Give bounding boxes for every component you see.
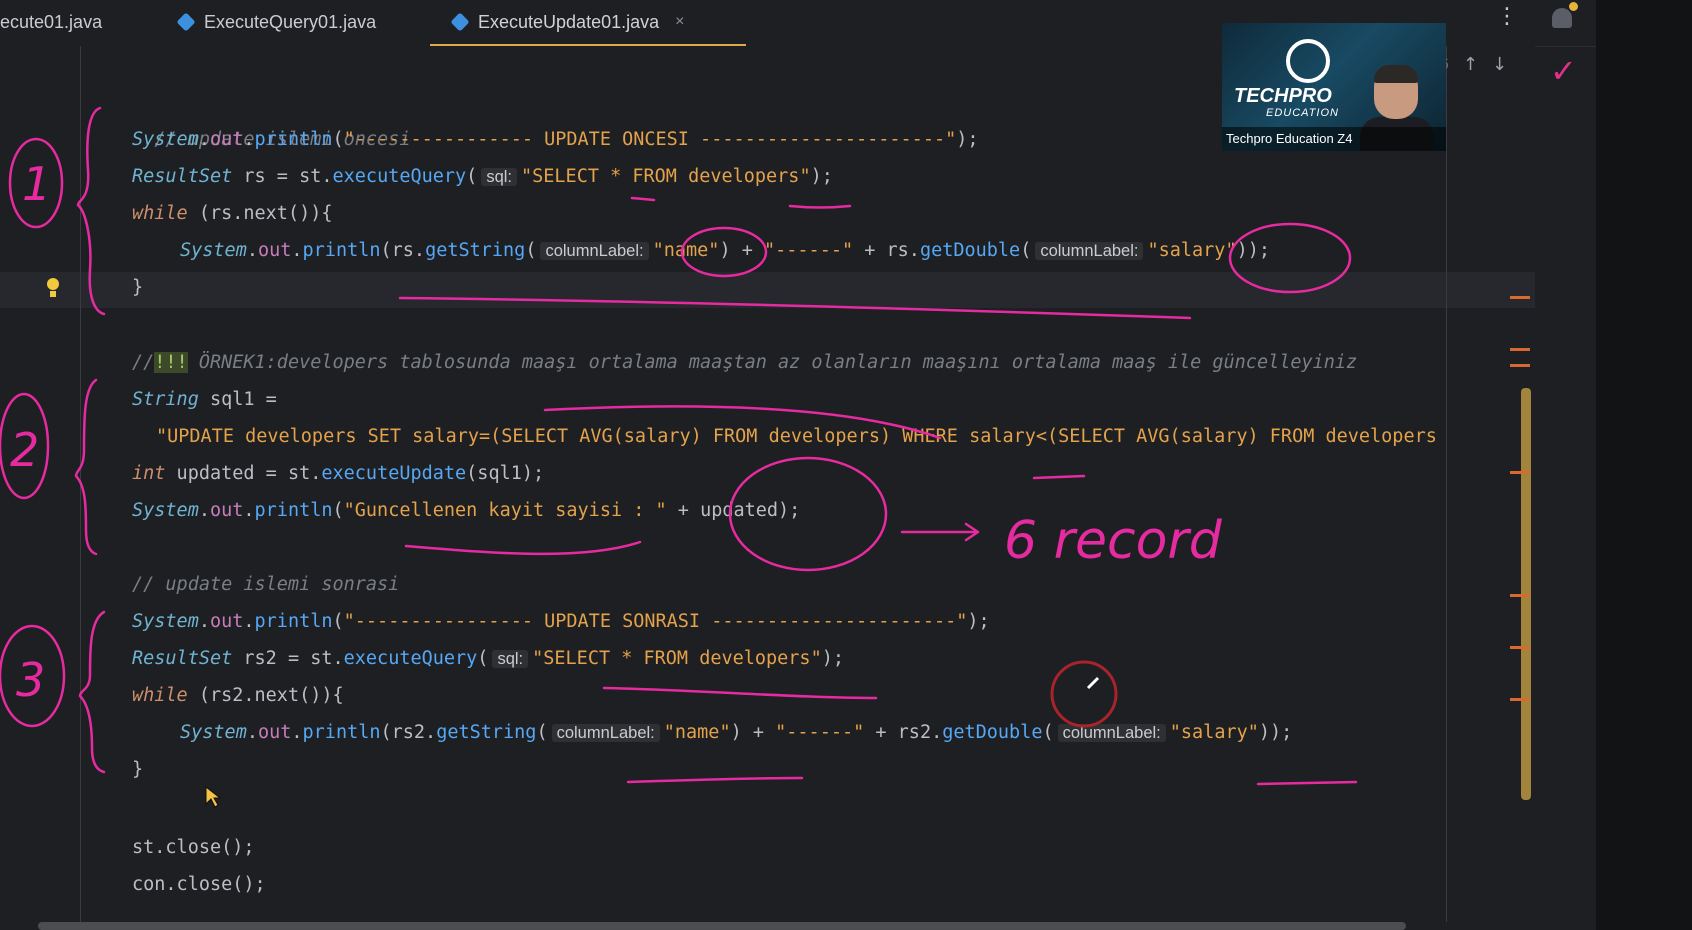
code-line: } bbox=[132, 759, 144, 780]
video-brand: TECHPRO bbox=[1234, 85, 1332, 107]
tab-execute01[interactable]: ecute01.java bbox=[0, 0, 102, 44]
code-line: System.out.println(rs2.getString(columnL… bbox=[180, 722, 1293, 743]
error-marker bbox=[1510, 646, 1530, 649]
parameter-hint: sql: bbox=[492, 650, 529, 668]
right-margin-guide bbox=[1446, 46, 1447, 922]
code-line: ResultSet rs2 = st.executeQuery(sql: "SEL… bbox=[132, 648, 844, 669]
code-line: System.out.println("---------------- UPD… bbox=[132, 611, 990, 632]
java-file-icon bbox=[176, 12, 196, 32]
lightbulb-icon[interactable] bbox=[42, 276, 64, 304]
code-line: System.out.println("---------------- UPD… bbox=[132, 129, 979, 150]
video-brand-sub: EDUCATION bbox=[1266, 107, 1339, 119]
code-line: "UPDATE developers SET salary=(SELECT AV… bbox=[156, 426, 1437, 447]
more-options-icon[interactable]: ⋮ bbox=[1496, 4, 1518, 29]
code-line: ResultSet rs = st.executeQuery(sql: "SELE… bbox=[132, 166, 833, 187]
error-marker bbox=[1510, 698, 1530, 701]
parameter-hint: columnLabel: bbox=[1035, 242, 1144, 260]
code-line: // update islemi oncesi bbox=[154, 129, 411, 150]
parameter-hint: columnLabel: bbox=[1057, 724, 1166, 742]
tab-label: ExecuteUpdate01.java bbox=[478, 11, 660, 32]
occurrence-navigator: 6 ↑ ↓ bbox=[1440, 54, 1507, 75]
code-line: while (rs2.next()){ bbox=[132, 685, 344, 706]
check-mark-icon: ✓ bbox=[1550, 52, 1577, 90]
arrow-up-icon[interactable]: ↑ bbox=[1463, 54, 1478, 75]
code-line: con.close(); bbox=[132, 874, 266, 895]
video-caption: Techpro Education Z4 bbox=[1222, 127, 1446, 151]
code-line: System.out.println(rs.getString(columnLa… bbox=[180, 240, 1271, 261]
tab-executeupdate01[interactable]: ExecuteUpdate01.java × bbox=[430, 0, 746, 47]
close-icon[interactable]: × bbox=[675, 13, 684, 31]
code-line: String sql1 = bbox=[132, 389, 277, 410]
code-line: // update islemi sonrasi bbox=[132, 574, 400, 595]
mouse-cursor-icon bbox=[205, 786, 221, 808]
side-panel-dark bbox=[1596, 0, 1692, 930]
error-marker bbox=[1510, 594, 1530, 597]
parameter-hint: columnLabel: bbox=[551, 724, 660, 742]
techpro-logo-icon bbox=[1286, 39, 1330, 83]
code-line: } bbox=[132, 277, 144, 298]
current-line-highlight bbox=[0, 272, 1535, 308]
parameter-hint: columnLabel: bbox=[540, 242, 649, 260]
error-marker bbox=[1510, 348, 1530, 351]
parameter-hint: sql: bbox=[481, 168, 517, 186]
code-line: while (rs.next()){ bbox=[132, 203, 333, 224]
error-marker bbox=[1510, 364, 1530, 367]
code-line: int updated = st.executeUpdate(sql1); bbox=[132, 463, 545, 484]
error-marker bbox=[1510, 296, 1530, 299]
notifications-icon[interactable] bbox=[1548, 2, 1578, 32]
horizontal-scrollbar[interactable] bbox=[38, 922, 1406, 930]
error-marker bbox=[1510, 471, 1530, 474]
indent-guide bbox=[80, 46, 81, 922]
tab-label: ecute01.java bbox=[0, 11, 103, 32]
code-line: System.out.println("Guncellenen kayit sa… bbox=[132, 500, 801, 521]
code-line: //!!! ÖRNEK1:developers tablosunda maaşı… bbox=[132, 352, 1358, 373]
code-line: st.close(); bbox=[132, 837, 255, 858]
arrow-down-icon[interactable]: ↓ bbox=[1492, 54, 1507, 75]
java-file-icon bbox=[450, 12, 470, 32]
webcam-overlay: TECHPRO EDUCATION Techpro Education Z4 bbox=[1222, 23, 1446, 151]
tab-executequery01[interactable]: ExecuteQuery01.java bbox=[176, 0, 377, 44]
tab-label: ExecuteQuery01.java bbox=[204, 11, 377, 32]
